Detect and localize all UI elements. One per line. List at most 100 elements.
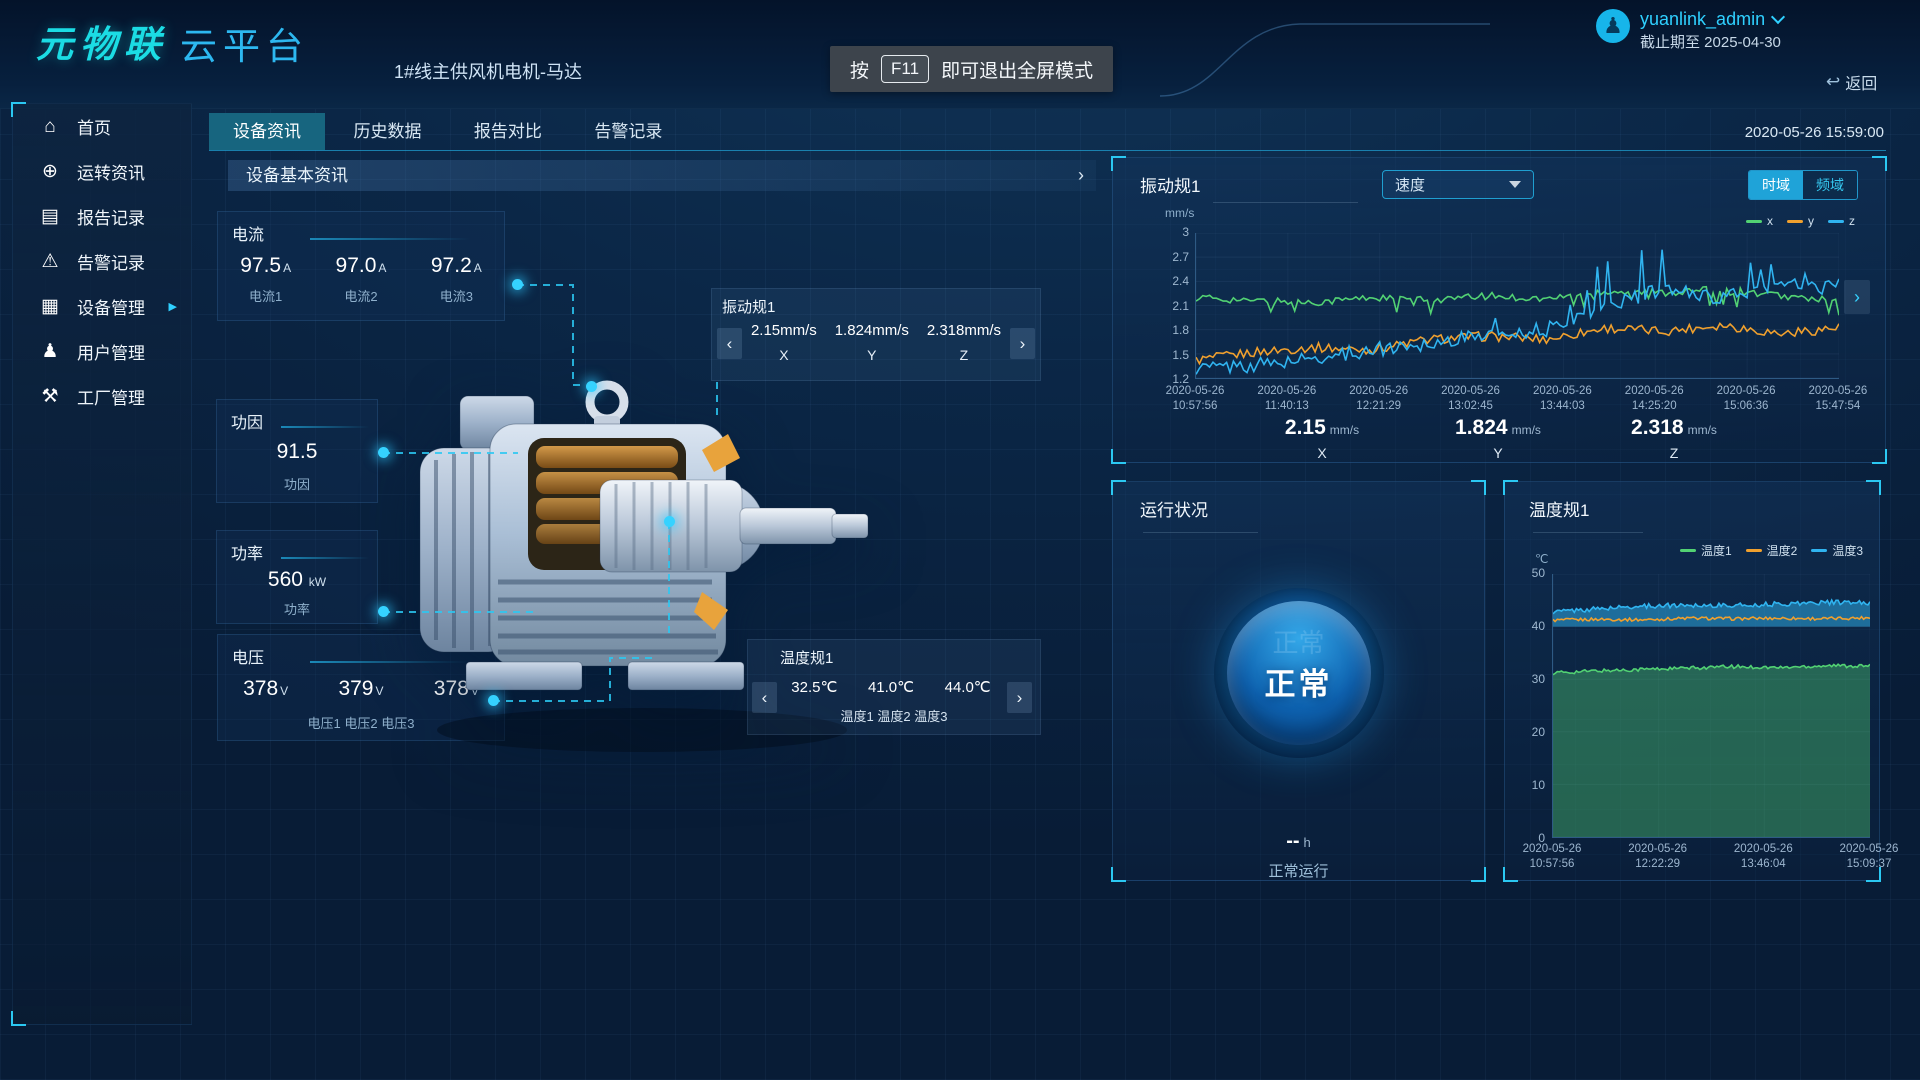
y-axis-unit: ℃ — [1535, 552, 1548, 566]
content-tabbar: 设备资讯 历史数据 报告对比 告警记录 — [209, 113, 686, 150]
sidebar-item-factory-management[interactable]: ⚒ 工厂管理 — [13, 374, 191, 419]
measure-type-dropdown[interactable]: 速度 — [1382, 170, 1534, 199]
voltage-cell: 378V — [243, 677, 288, 701]
expand-right-icon[interactable]: › — [1078, 160, 1084, 191]
breadcrumb: 1#线主供风机电机-马达 — [345, 56, 631, 88]
sidebar-item-device-management[interactable]: ▦ 设备管理 ▶ — [13, 284, 191, 329]
sidebar-item-home[interactable]: ⌂ 首页 — [13, 104, 191, 149]
toggle-time-domain[interactable]: 时域 — [1749, 171, 1803, 199]
tab-alarm-records[interactable]: 告警记录 — [570, 113, 686, 150]
prev-arrow-button[interactable]: ‹ — [717, 328, 742, 359]
sidebar-item-user-management[interactable]: ♟ 用户管理 — [13, 329, 191, 374]
domain-toggle: 时域 频域 — [1748, 170, 1858, 200]
sidebar-item-label: 用户管理 — [77, 339, 145, 364]
vibration-cell: 2.318mm/s Z — [927, 322, 1001, 363]
temperature-cell: 32.5℃ — [791, 678, 837, 696]
temperature-cell: 41.0℃ — [868, 678, 914, 696]
temperature-panel-title: 温度规1 — [1529, 496, 1589, 521]
section-title: 设备基本资讯 — [246, 166, 348, 185]
vibration-panel-title: 振动规1 — [1140, 172, 1200, 197]
tab-history-data[interactable]: 历史数据 — [329, 113, 445, 150]
fullscreen-hint: 按 F11 即可退出全屏模式 — [830, 46, 1113, 92]
return-icon: ↩ — [1826, 72, 1840, 92]
temperature-panel: 温度规1 温度1温度2温度3 ℃ 50403020100 2020-05-26 … — [1504, 481, 1880, 881]
temperature-cell: 44.0℃ — [945, 678, 991, 696]
dropdown-value: 速度 — [1395, 174, 1425, 195]
chart-next-button[interactable]: › — [1844, 280, 1870, 314]
status-text: 正常 — [1265, 659, 1333, 704]
temperature-cell-labels: 温度1 温度2 温度3 — [748, 706, 1040, 725]
current-datetime: 2020-05-26 15:59:00 — [1745, 124, 1884, 141]
power-label: 功率 — [217, 599, 377, 618]
legend-item[interactable]: 温度1 — [1680, 542, 1732, 559]
header: 元物联 云平台 1#线主供风机电机-马达 按 F11 即可退出全屏模式 ♟ yu… — [0, 0, 1920, 109]
legend-marker — [1787, 220, 1803, 223]
power-box: 功率 560 kW 功率 — [216, 530, 378, 624]
current-cell: 97.2A 电流3 — [431, 254, 482, 305]
status-ghost-text: 正常 — [1227, 623, 1371, 660]
current-title: 电流 — [232, 221, 264, 245]
sidebar-item-label: 报告记录 — [77, 204, 145, 229]
license-expiry: 截止期至 2025-04-30 — [1640, 31, 1783, 52]
current-cell: 97.0A 电流2 — [336, 254, 387, 305]
dashboard-page: 元物联 云平台 1#线主供风机电机-马达 按 F11 即可退出全屏模式 ♟ yu… — [0, 0, 1920, 1080]
temperature-legend: 温度1 温度2 温度3 — [1680, 542, 1863, 559]
temperature-chart — [1552, 574, 1870, 838]
voltage-cell: 379V — [338, 677, 383, 701]
power-factor-box: 功因 91.5 功因 — [216, 399, 378, 503]
axis-summary-y: 1.824mm/s Y — [1423, 416, 1573, 461]
alarm-icon: ⚠ — [39, 250, 61, 273]
tab-report-compare[interactable]: 报告对比 — [450, 113, 566, 150]
legend-marker — [1746, 220, 1762, 223]
user-menu[interactable]: ♟ yuanlink_admin 截止期至 2025-04-30 — [1596, 9, 1783, 52]
axis-summary-x: 2.15mm/s X — [1247, 416, 1397, 461]
x-axis-labels: 2020-05-26 10:57:562020-05-26 12:22:2920… — [1508, 842, 1913, 872]
sidebar-item-label: 运转资讯 — [77, 159, 145, 184]
f11-key-badge: F11 — [881, 55, 929, 83]
power-factor-title: 功因 — [231, 409, 263, 433]
toggle-frequency-domain[interactable]: 频域 — [1803, 171, 1857, 199]
temperature-callout-title: 温度规1 — [780, 647, 833, 668]
sidebar-item-operation-info[interactable]: ⊕ 运转资讯 — [13, 149, 191, 194]
legend-item[interactable]: 温度2 — [1746, 542, 1798, 559]
power-title: 功率 — [231, 540, 263, 564]
x-axis-labels: 2020-05-26 10:57:562020-05-26 11:40:1320… — [1151, 384, 1882, 414]
vibration-cell: 2.15mm/s X — [751, 322, 817, 363]
temperature-callout: 温度规1 ‹ › 32.5℃ 41.0℃ 44.0℃ 温度1 温度2 温度3 — [747, 639, 1041, 735]
logo-platform: 云平台 — [180, 16, 309, 70]
voltage-title: 电压 — [232, 644, 264, 668]
tab-device-info[interactable]: 设备资讯 — [209, 113, 325, 150]
fullscreen-hint-suffix: 即可退出全屏模式 — [941, 56, 1093, 83]
back-label: 返回 — [1845, 70, 1877, 94]
factory-icon: ⚒ — [39, 385, 61, 408]
fullscreen-hint-prefix: 按 — [850, 56, 869, 83]
back-button[interactable]: ↩ 返回 — [1826, 70, 1877, 94]
y-axis-unit: mm/s — [1165, 206, 1194, 220]
sidebar: ⌂ 首页 ⊕ 运转资讯 ▤ 报告记录 ⚠ 告警记录 ▦ 设备管理 ▶ ♟ 用户管… — [12, 103, 192, 1025]
vibration-panel: 振动规1 速度 时域 频域 xyz mm/s 32.72.42.11.81.51… — [1112, 157, 1886, 463]
username: yuanlink_admin — [1640, 9, 1765, 29]
legend-item[interactable]: z — [1828, 214, 1855, 228]
running-status-panel: 运行状况 正常 正常 --h 正常运行 — [1112, 481, 1485, 881]
legend-marker — [1746, 549, 1762, 552]
glow-dot — [512, 279, 523, 290]
vibration-callout-title: 振动规1 — [722, 296, 775, 317]
legend-marker — [1828, 220, 1844, 223]
vibration-chart — [1195, 233, 1839, 379]
running-hours: --h — [1113, 830, 1484, 853]
next-arrow-button[interactable]: › — [1010, 328, 1035, 359]
legend-marker — [1811, 549, 1827, 552]
legend-item[interactable]: 温度3 — [1811, 542, 1863, 559]
device-basic-info-header: 设备基本资讯 › — [228, 160, 1096, 191]
avatar-icon: ♟ — [1603, 13, 1623, 39]
legend-item[interactable]: y — [1787, 214, 1814, 228]
sidebar-item-label: 告警记录 — [77, 249, 145, 274]
vibration-callout: 振动规1 ‹ › 2.15mm/s X 1.824mm/s Y 2.318mm/… — [711, 288, 1041, 381]
power-factor-label: 功因 — [217, 474, 377, 493]
globe-icon: ⊕ — [39, 160, 61, 183]
sidebar-item-alarm-records[interactable]: ⚠ 告警记录 — [13, 239, 191, 284]
sidebar-item-report-records[interactable]: ▤ 报告记录 — [13, 194, 191, 239]
dropdown-caret-icon — [1509, 181, 1521, 188]
legend-item[interactable]: x — [1746, 214, 1773, 228]
avatar: ♟ — [1596, 9, 1630, 43]
